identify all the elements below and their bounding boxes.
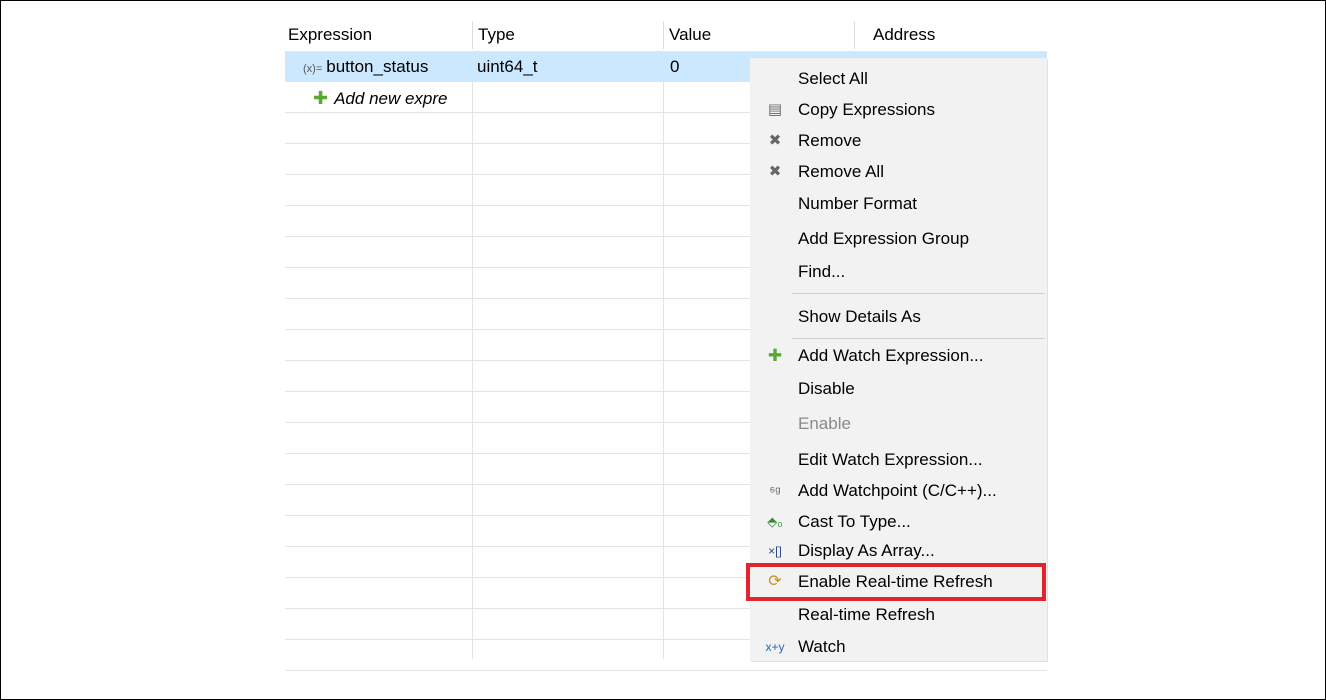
- remove-icon: ✖: [768, 132, 782, 149]
- column-header-value[interactable]: Value: [666, 19, 856, 51]
- menu-item-remove-all[interactable]: ✖ Remove All: [750, 157, 1047, 187]
- menu-item-cast-to-type[interactable]: ⬘₀ Cast To Type...: [750, 507, 1047, 537]
- add-new-expression[interactable]: ✚ Add new expre: [313, 83, 471, 113]
- menu-item-remove[interactable]: ✖ Remove: [750, 126, 1047, 156]
- copy-icon: ▤: [767, 101, 783, 118]
- cast-icon: ⬘₀: [767, 514, 783, 529]
- value-cell: 0: [670, 57, 680, 76]
- menu-item-disable[interactable]: Disable: [750, 374, 1047, 404]
- variable-icon: (x)=: [303, 63, 323, 75]
- column-header-address[interactable]: Address: [870, 19, 1045, 51]
- highlight-box: [746, 563, 1046, 601]
- remove-all-icon: ✖: [768, 163, 782, 180]
- menu-item-show-details-as[interactable]: Show Details As: [750, 302, 1047, 332]
- menu-item-select-all[interactable]: Select All: [750, 64, 1047, 94]
- menu-separator: [792, 338, 1045, 339]
- expression-cell: (x)= button_status: [303, 57, 429, 76]
- menu-item-add-watchpoint[interactable]: ⁶ᵍ Add Watchpoint (C/C++)...: [750, 476, 1047, 506]
- type-cell: uint64_t: [477, 57, 538, 76]
- watch-icon: x+y: [765, 640, 785, 654]
- watchpoint-icon: ⁶ᵍ: [769, 483, 781, 499]
- column-header-expression[interactable]: Expression: [285, 19, 471, 51]
- menu-item-number-format[interactable]: Number Format: [750, 189, 1047, 219]
- array-icon: ×[]: [768, 544, 782, 558]
- menu-item-find[interactable]: Find...: [750, 257, 1047, 287]
- menu-item-add-watch-expression[interactable]: ✚ Add Watch Expression...: [750, 341, 1047, 371]
- menu-item-edit-watch-expression[interactable]: Edit Watch Expression...: [750, 445, 1047, 475]
- add-icon: ✚: [767, 346, 783, 365]
- column-header-type[interactable]: Type: [475, 19, 665, 51]
- menu-item-add-expression-group[interactable]: Add Expression Group: [750, 224, 1047, 254]
- menu-item-watch[interactable]: x+y Watch: [750, 632, 1047, 662]
- table-header: Expression Type Value Address: [285, 19, 1047, 52]
- menu-item-copy-expressions[interactable]: ▤ Copy Expressions: [750, 95, 1047, 125]
- menu-item-real-time-refresh[interactable]: Real-time Refresh: [750, 600, 1047, 630]
- menu-separator: [792, 293, 1045, 294]
- menu-item-display-as-array[interactable]: ×[] Display As Array...: [750, 536, 1047, 566]
- menu-item-enable: Enable: [798, 414, 851, 433]
- add-icon: ✚: [313, 88, 329, 108]
